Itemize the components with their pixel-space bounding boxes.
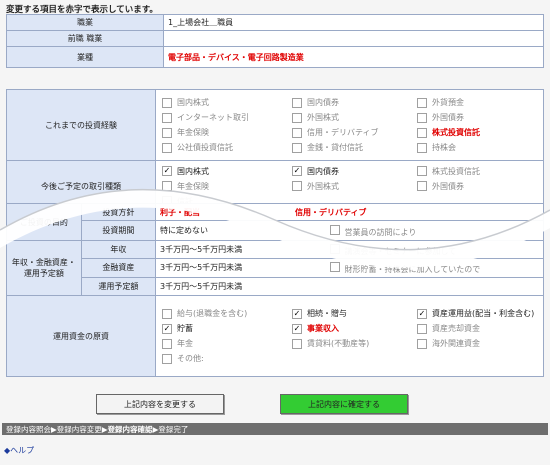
experience-label: これまでの投資経験 <box>6 89 156 161</box>
funds-option-label: 相続・贈与 <box>307 309 347 318</box>
funds-cell: 給与(退職金を含む) ✓ 相続・贈与 ✓ 資産運用益(配当・利金含む) ✓ 貯蓄 ✓ 事業収入 資… <box>155 295 544 377</box>
experience-option[interactable]: 外国株式 <box>292 111 417 125</box>
experience-checkboxes: 国内株式 国内債券 外貨預金インターネット取引 外国株式 外国債券年金保険 信用・デリバテ… <box>160 93 539 158</box>
checkbox-icon[interactable] <box>292 112 302 123</box>
experience-option-label: 株式投資信託 <box>432 128 480 137</box>
checkbox-icon[interactable] <box>417 112 427 123</box>
experience-option[interactable]: 外国債券 <box>417 111 537 125</box>
checkbox-icon[interactable] <box>417 142 427 153</box>
row-occupation: 職業 1_上場会社＿職員 <box>6 14 544 31</box>
funds-option-label: 事業収入 <box>307 324 339 333</box>
row-prev-occupation: 前職 職業 <box>6 30 544 47</box>
funds-option[interactable]: 年金 <box>162 337 292 351</box>
checkbox-icon[interactable]: ✓ <box>292 323 302 334</box>
funds-option-label: 貯蓄 <box>177 324 193 333</box>
experience-option-label: インターネット取引 <box>177 113 249 122</box>
experience-option[interactable]: 外貨預金 <box>417 96 537 110</box>
experience-option-label: 外国債券 <box>432 113 464 122</box>
checkbox-icon[interactable]: ✓ <box>292 308 302 319</box>
experience-option[interactable]: 国内債券 <box>292 96 417 110</box>
industry-label: 業種 <box>6 46 164 68</box>
experience-cell: 国内株式 国内債券 外貨預金インターネット取引 外国株式 外国債券年金保険 信用・デリバテ… <box>155 89 544 161</box>
funds-option-label: 賃貸料(不動産等) <box>307 339 370 348</box>
funds-option-label: 海外関連資金 <box>432 339 480 348</box>
experience-option[interactable]: 国内株式 <box>162 96 292 110</box>
funds-option[interactable]: その他: <box>162 352 292 366</box>
row-funds: 運用資金の原資 給与(退職金を含む) ✓ 相続・贈与 ✓ 資産運用益(配当・利金含む) ✓… <box>6 295 544 377</box>
funds-option[interactable]: 資産売却資金 <box>417 322 537 336</box>
experience-option-label: 年金保険 <box>177 128 209 137</box>
experience-option-label: 持株会 <box>432 143 456 152</box>
experience-option[interactable]: 金銭・貸付信託 <box>292 141 417 155</box>
wave-overlay <box>0 189 550 268</box>
checkbox-icon[interactable] <box>417 127 427 138</box>
breadcrumb: 登録内容照会 ▶ 登録内容変更 ▶ 登録内容確認 ▶ 登録完了 <box>2 423 548 435</box>
help-label: ヘルプ <box>10 446 35 455</box>
funds-option-label: 資産運用益(配当・利金含む) <box>432 309 535 318</box>
checkbox-icon[interactable] <box>417 323 427 334</box>
prev-occupation-value <box>163 30 544 47</box>
checkbox-icon[interactable] <box>162 112 172 123</box>
experience-option[interactable]: 公社債投資信託 <box>162 141 292 155</box>
funds-option[interactable]: 給与(退職金を含む) <box>162 307 292 321</box>
funds-option[interactable]: 海外関連資金 <box>417 337 537 351</box>
experience-option-label: 外貨預金 <box>432 98 464 107</box>
experience-option[interactable]: 信用・デリバティブ <box>292 126 417 140</box>
funds-checkboxes: 給与(退職金を含む) ✓ 相続・贈与 ✓ 資産運用益(配当・利金含む) ✓ 貯蓄 ✓ 事業収入 資… <box>160 304 539 369</box>
experience-option-label: 信用・デリバティブ <box>307 128 379 137</box>
checkbox-icon[interactable] <box>162 97 172 108</box>
funds-option[interactable]: 賃貸料(不動産等) <box>292 337 417 351</box>
funds-option-label: 資産売却資金 <box>432 324 480 333</box>
industry-value: 電子部品・デバイス・電子回路製造業 <box>163 46 544 68</box>
breadcrumb-step: 登録内容確認 <box>107 424 153 434</box>
breadcrumb-step: 登録内容変更 <box>56 424 102 434</box>
checkbox-icon[interactable] <box>292 142 302 153</box>
funds-label: 運用資金の原資 <box>6 295 156 377</box>
experience-option-label: 金銭・貸付信託 <box>307 143 363 152</box>
row-industry: 業種 電子部品・デバイス・電子回路製造業 <box>6 46 544 68</box>
confirm-button[interactable]: 上記内容に確定する <box>280 394 408 414</box>
checkbox-icon[interactable] <box>417 338 427 349</box>
experience-option[interactable]: 年金保険 <box>162 126 292 140</box>
change-button[interactable]: 上記内容を変更する <box>96 394 224 414</box>
basic-info-table: 職業 1_上場会社＿職員 前職 職業 業種 電子部品・デバイス・電子回路製造業 <box>6 14 544 68</box>
occupation-value: 1_上場会社＿職員 <box>163 14 544 31</box>
checkbox-icon[interactable] <box>162 127 172 138</box>
breadcrumb-step: 登録完了 <box>158 424 189 434</box>
experience-option-label: 国内債券 <box>307 98 339 107</box>
checkbox-icon[interactable] <box>162 308 172 319</box>
funds-option[interactable]: ✓ 事業収入 <box>292 322 417 336</box>
checkbox-icon[interactable]: ✓ <box>417 308 427 319</box>
experience-option[interactable]: 持株会 <box>417 141 537 155</box>
checkbox-icon[interactable] <box>162 142 172 153</box>
funds-option[interactable]: ✓ 相続・贈与 <box>292 307 417 321</box>
funds-option-label: その他: <box>177 354 204 363</box>
occupation-label: 職業 <box>6 14 164 31</box>
checkbox-icon[interactable] <box>292 97 302 108</box>
experience-option-label: 国内株式 <box>177 98 209 107</box>
experience-option[interactable]: インターネット取引 <box>162 111 292 125</box>
checkbox-icon[interactable] <box>292 127 302 138</box>
experience-option[interactable]: 株式投資信託 <box>417 126 537 140</box>
funds-option-label: 年金 <box>177 339 193 348</box>
checkbox-icon[interactable] <box>417 97 427 108</box>
checkbox-icon[interactable] <box>292 338 302 349</box>
experience-option-label: 公社債投資信託 <box>177 143 233 152</box>
checkbox-icon[interactable] <box>162 353 172 364</box>
prev-occupation-label: 前職 職業 <box>6 30 164 47</box>
breadcrumb-step: 登録内容照会 <box>6 424 51 434</box>
funds-option[interactable]: ✓ 貯蓄 <box>162 322 292 336</box>
row-experience: これまでの投資経験 国内株式 国内債券 外貨預金インターネット取引 外国株式 外国債券年… <box>6 89 544 161</box>
experience-option-label: 外国株式 <box>307 113 339 122</box>
checkbox-icon[interactable] <box>162 338 172 349</box>
funds-option[interactable]: ✓ 資産運用益(配当・利金含む) <box>417 307 537 321</box>
checkbox-icon[interactable]: ✓ <box>162 323 172 334</box>
help-link[interactable]: ◆ヘルプ <box>4 445 34 456</box>
funds-option-label: 給与(退職金を含む) <box>177 309 248 318</box>
